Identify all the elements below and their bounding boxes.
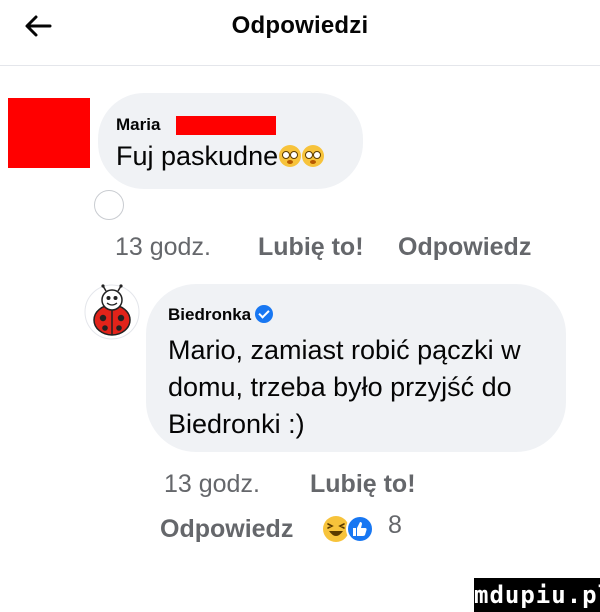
flushed-face-icon (279, 145, 302, 167)
comment-text: Fuj paskudne (116, 139, 325, 173)
top-bar: Odpowiedzi (0, 0, 600, 66)
reply-text-line: domu, trzeba było przyjść do (168, 372, 512, 402)
watermark: mdupiu.pl (474, 578, 600, 612)
reply-author[interactable]: Biedronka (168, 305, 274, 325)
reply-like-button[interactable]: Lubię to! (310, 470, 416, 499)
reply-text-line: Mario, zamiast robić pączki w (168, 335, 521, 365)
ladybug-avatar-icon[interactable] (84, 284, 140, 340)
comment-author[interactable]: Maria (116, 115, 160, 135)
reply-author-name: Biedronka (168, 305, 252, 324)
redaction-bar (176, 116, 276, 135)
reply-time: 13 godz. (164, 470, 260, 498)
haha-icon (323, 516, 349, 542)
verified-badge-icon (255, 305, 274, 323)
reaction-count: 8 (388, 511, 402, 539)
reply-text-line: Biedronki :) (168, 409, 305, 439)
page-title: Odpowiedzi (231, 12, 369, 39)
reactions-summary[interactable] (322, 515, 382, 543)
comment-text-content: Fuj paskudne (116, 141, 279, 171)
reply-reply-button[interactable]: Odpowiedz (160, 515, 293, 544)
comment-reply-button[interactable]: Odpowiedz (398, 233, 531, 262)
flushed-face-icon (302, 145, 325, 167)
comment-like-button[interactable]: Lubię to! (258, 233, 364, 262)
like-icon (346, 515, 374, 543)
avatar-redacted[interactable] (8, 98, 90, 168)
comment-time: 13 godz. (115, 233, 211, 261)
small-circle (94, 190, 124, 220)
